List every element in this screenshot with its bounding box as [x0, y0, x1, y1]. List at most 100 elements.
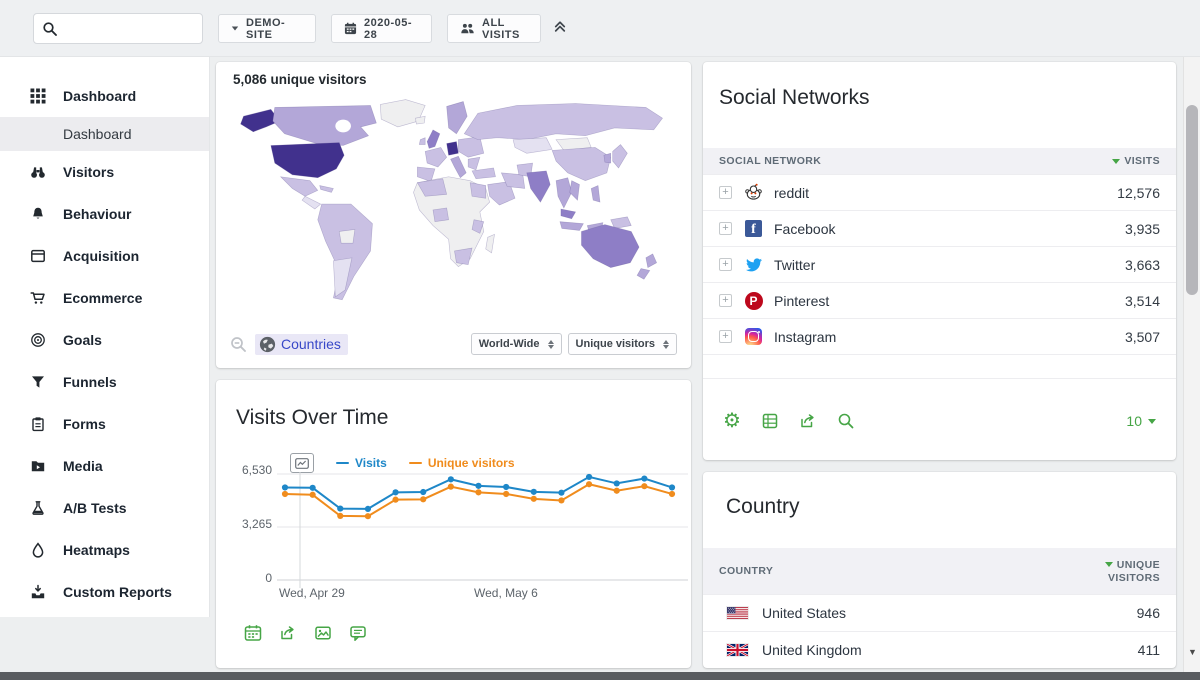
sidebar-subitem-dashboard[interactable]: Dashboard — [0, 117, 209, 151]
table-row[interactable]: + P Pinterest 3,514 — [703, 282, 1176, 318]
col-social-network[interactable]: SOCIAL NETWORK — [719, 155, 821, 167]
gear-icon[interactable]: ⚙ — [723, 411, 741, 431]
sidebar-item-goals[interactable]: Goals — [0, 319, 209, 361]
y-axis-tick: 0 — [228, 571, 272, 585]
sidebar-item-label: Custom Reports — [63, 584, 172, 600]
map-region-value: World-Wide — [479, 338, 540, 350]
social-networks-widget: Social Networks SOCIAL NETWORK VISITS + … — [703, 62, 1176, 460]
calendar-icon — [344, 22, 357, 35]
col-visits-sort[interactable]: VISITS — [1112, 155, 1160, 167]
expand-icon[interactable]: + — [719, 294, 732, 307]
x-axis-tick: Wed, May 6 — [474, 586, 538, 600]
col-unique-visitors-sort[interactable]: UNIQUE VISITORS — [1105, 559, 1160, 584]
country-table-header: COUNTRY UNIQUE VISITORS — [703, 548, 1176, 594]
expand-icon[interactable]: + — [719, 222, 732, 235]
table-row[interactable]: United Kingdom 411 — [703, 631, 1176, 668]
map-russia — [464, 104, 662, 140]
sidebar-item-visitors[interactable]: Visitors — [0, 151, 209, 193]
sidebar-item-dashboard[interactable]: Dashboard — [0, 75, 209, 117]
us-flag-icon — [727, 607, 748, 619]
scroll-down-icon[interactable]: ▼ — [1184, 644, 1200, 660]
visits-over-time-widget: Visits Over Time Visits Unique visitors … — [216, 380, 691, 668]
date-picker-label: 2020-05-28 — [364, 17, 419, 41]
map-metric-select[interactable]: Unique visitors — [568, 333, 677, 355]
page-size-select[interactable]: 10 — [1126, 413, 1156, 429]
export-icon[interactable] — [799, 412, 817, 430]
sidebar-item-label: Funnels — [63, 374, 117, 390]
search-input[interactable] — [33, 13, 203, 44]
sidebar-item-label: Heatmaps — [63, 542, 130, 558]
caret-down-icon — [1148, 419, 1156, 424]
row-label: reddit — [774, 185, 809, 201]
row-value: 3,935 — [1125, 221, 1160, 237]
countries-link[interactable]: Countries — [255, 334, 348, 355]
pinterest-icon: P — [744, 291, 763, 310]
table-row[interactable]: United States 946 — [703, 594, 1176, 631]
legend-label: Visits — [355, 456, 387, 470]
reddit-icon — [744, 183, 763, 202]
vertical-scrollbar[interactable]: ▲ ▼ — [1183, 0, 1200, 672]
table-row[interactable]: + Instagram 3,507 — [703, 318, 1176, 354]
table-row[interactable]: + Twitter 3,663 — [703, 246, 1176, 282]
col-country[interactable]: COUNTRY — [719, 565, 773, 577]
row-value: 3,663 — [1125, 257, 1160, 273]
facebook-icon: f — [744, 219, 763, 238]
search-icon[interactable] — [837, 412, 855, 430]
target-icon — [30, 332, 46, 348]
sidebar-item-label: Behaviour — [63, 206, 131, 222]
site-selector-button[interactable]: DEMO-SITE — [218, 14, 316, 43]
legend-item-visits[interactable]: Visits — [336, 456, 387, 470]
col-visitors: VISITORS — [1108, 572, 1160, 584]
visitor-map-widget: 5,086 unique visitors — [216, 62, 691, 368]
scrollbar-thumb[interactable] — [1186, 105, 1198, 295]
social-footer-toolbar: ⚙ 10 — [703, 398, 1176, 444]
window-icon — [30, 248, 46, 264]
sidebar-item-funnels[interactable]: Funnels — [0, 361, 209, 403]
sidebar-item-media[interactable]: Media — [0, 445, 209, 487]
country-panel-title: Country — [726, 495, 800, 519]
legend-item-unique-visitors[interactable]: Unique visitors — [409, 456, 515, 470]
row-value: 12,576 — [1117, 185, 1160, 201]
sidebar-item-forms[interactable]: Forms — [0, 403, 209, 445]
sidebar-item-acquisition[interactable]: Acquisition — [0, 235, 209, 277]
map-uk — [427, 130, 440, 149]
legend-dash — [336, 462, 349, 465]
collapse-chevrons-icon[interactable] — [552, 18, 568, 33]
visits-line-chart[interactable] — [277, 470, 688, 595]
annotation-icon[interactable] — [349, 624, 367, 642]
sidebar-item-ecommerce[interactable]: Ecommerce — [0, 277, 209, 319]
image-icon[interactable] — [314, 624, 332, 642]
row-value: 946 — [1137, 605, 1160, 621]
row-label: United States — [762, 605, 846, 621]
map-usa — [271, 143, 344, 178]
segment-selector-button[interactable]: ALL VISITS — [447, 14, 541, 43]
zoom-out-icon[interactable] — [230, 336, 247, 353]
twitter-icon — [744, 255, 763, 274]
expand-icon[interactable]: + — [719, 330, 732, 343]
calendar-icon[interactable] — [244, 624, 262, 642]
sidebar-item-heatmaps[interactable]: Heatmaps — [0, 529, 209, 571]
row-label: Twitter — [774, 257, 815, 273]
x-axis-tick: Wed, Apr 29 — [279, 586, 345, 600]
table-row[interactable]: + reddit 12,576 — [703, 174, 1176, 210]
world-map[interactable] — [224, 92, 683, 324]
map-canada — [273, 105, 377, 145]
date-picker-button[interactable]: 2020-05-28 — [331, 14, 432, 43]
sidebar-item-custom-reports[interactable]: Custom Reports — [0, 571, 209, 613]
sidebar-item-label: Dashboard — [63, 88, 136, 104]
sidebar-item-ab-tests[interactable]: A/B Tests — [0, 487, 209, 529]
chart-footer-toolbar — [244, 624, 367, 642]
sidebar-item-behaviour[interactable]: Behaviour — [0, 193, 209, 235]
table-row[interactable]: + f Facebook 3,935 — [703, 210, 1176, 246]
sidebar-item-label: Media — [63, 458, 103, 474]
expand-icon[interactable]: + — [719, 186, 732, 199]
row-label: Pinterest — [774, 293, 829, 309]
export-icon[interactable] — [279, 624, 297, 642]
table-icon[interactable] — [761, 412, 779, 430]
map-region-select[interactable]: World-Wide — [471, 333, 562, 355]
expand-icon[interactable]: + — [719, 258, 732, 271]
social-panel-title: Social Networks — [719, 86, 870, 110]
droplet-icon — [30, 542, 46, 558]
row-label: Facebook — [774, 221, 835, 237]
sort-desc-icon — [1105, 562, 1113, 567]
